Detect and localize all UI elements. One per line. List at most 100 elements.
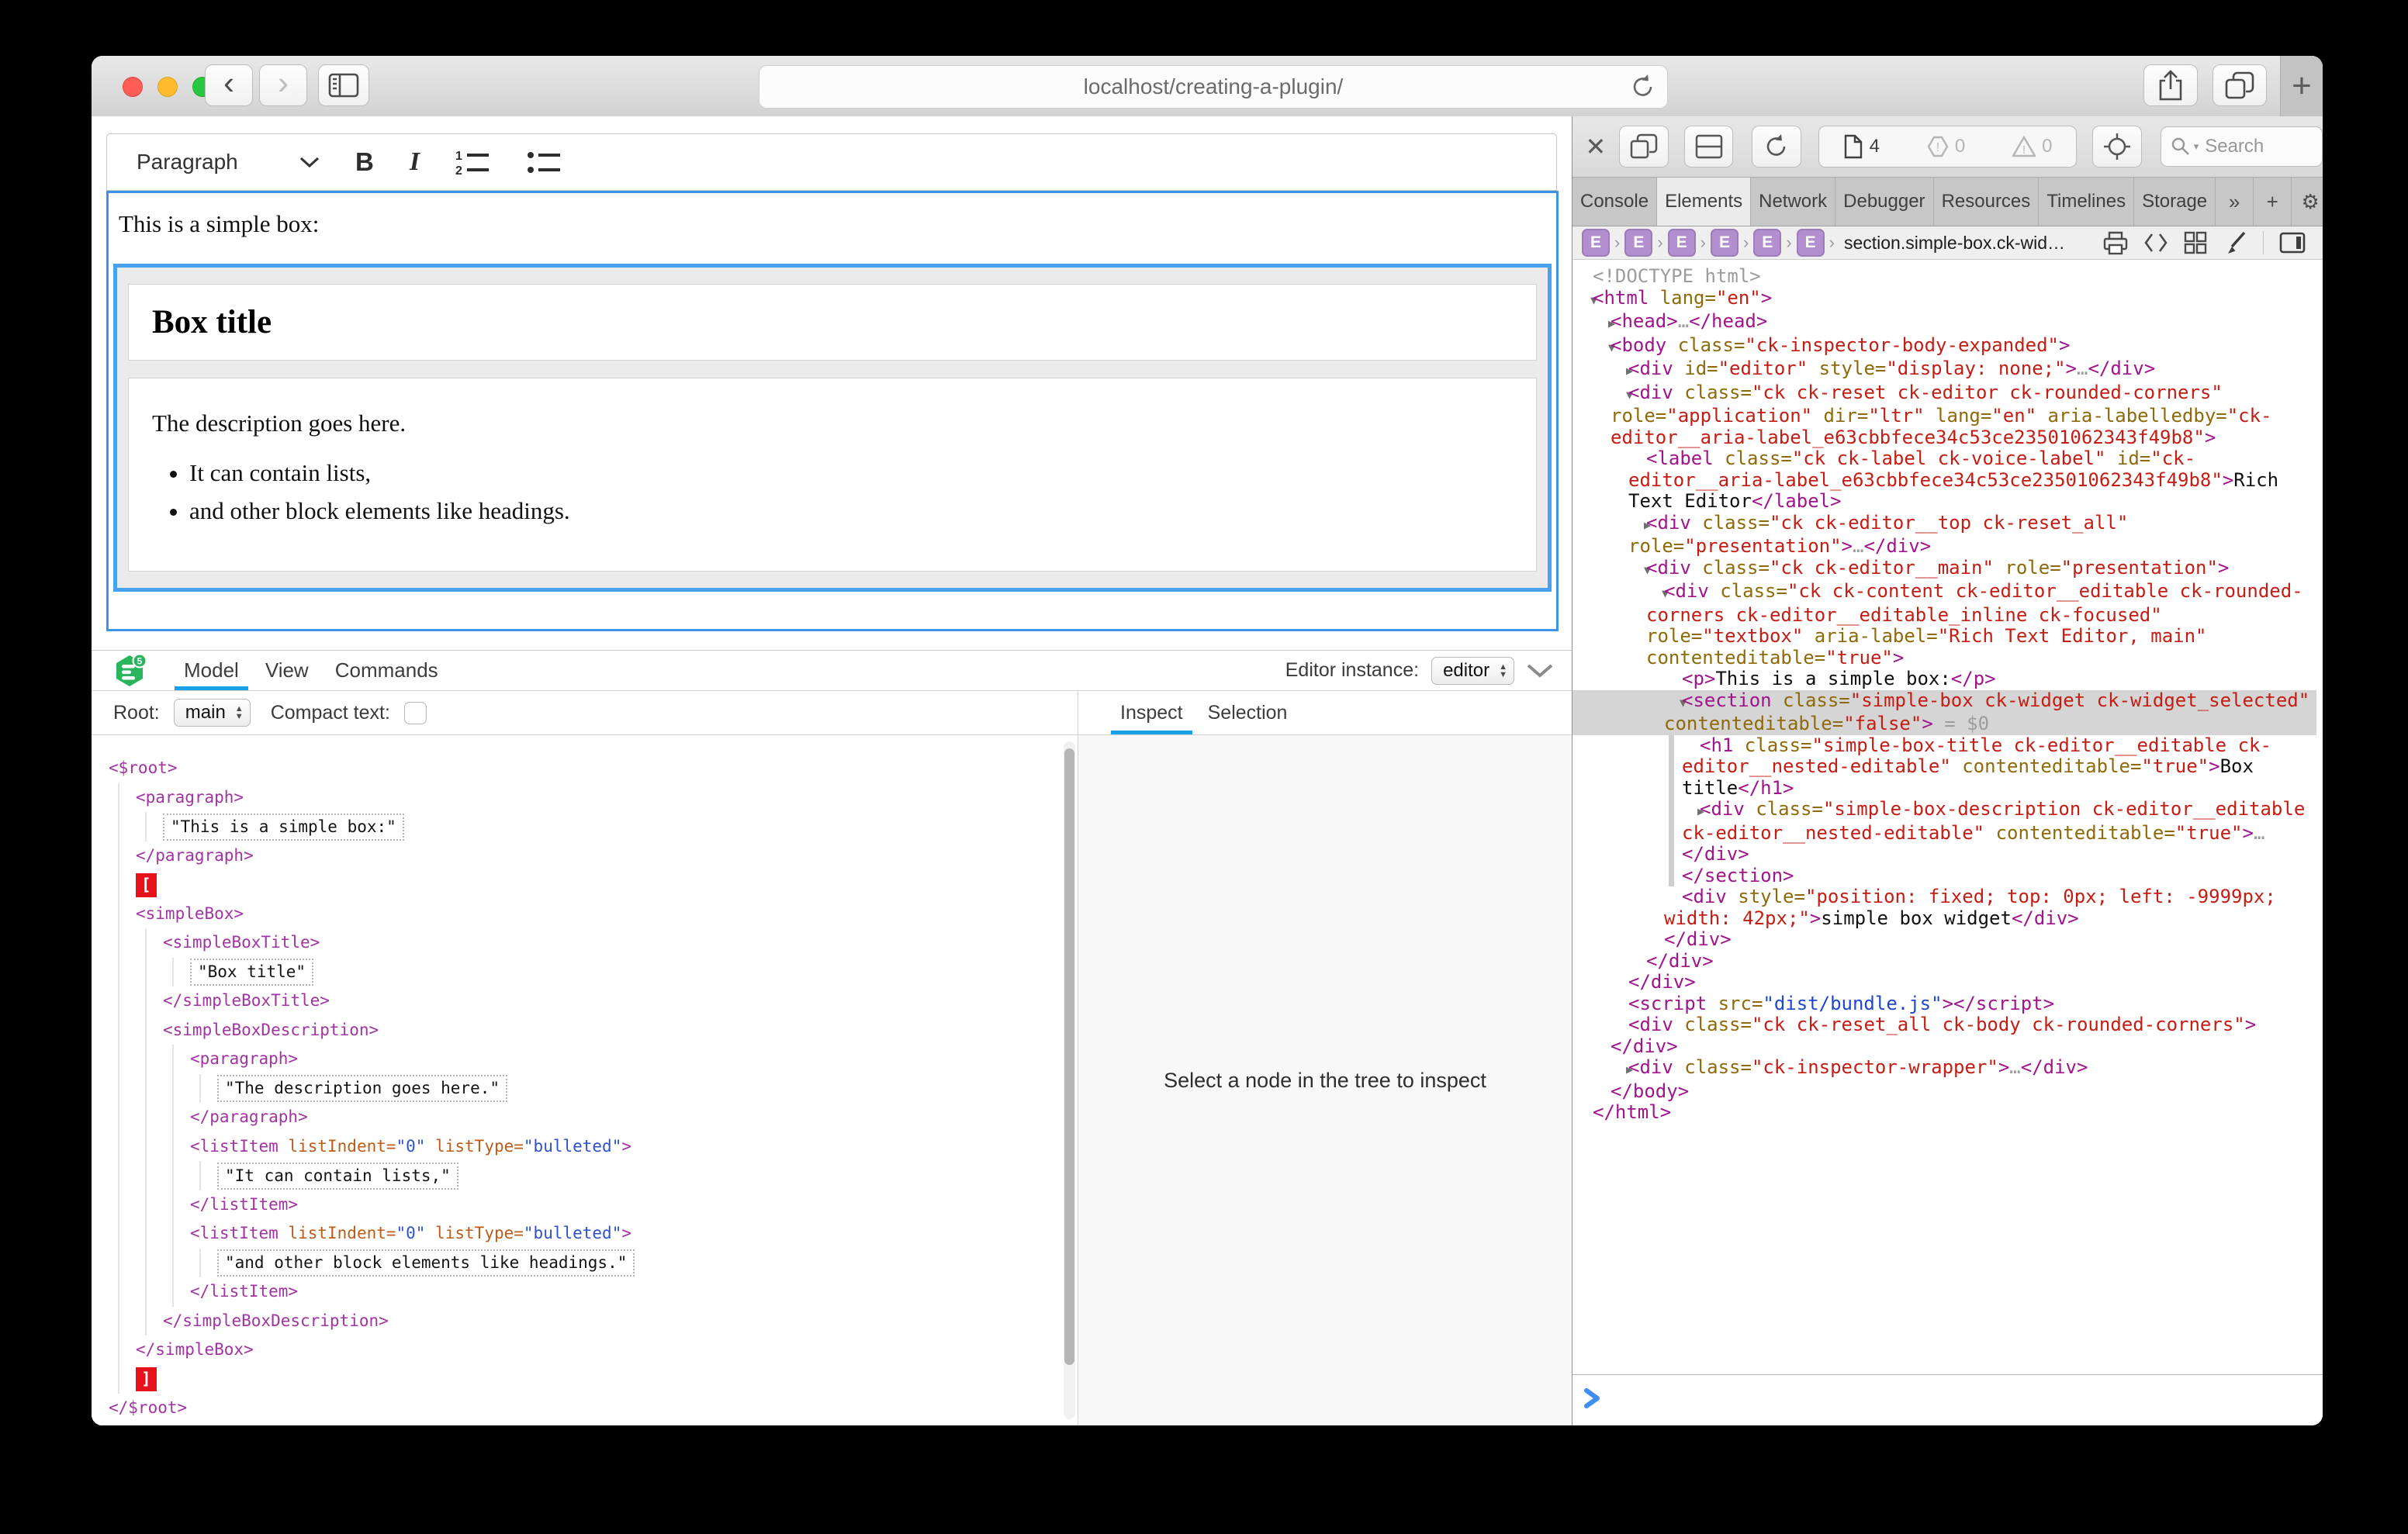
- new-tab-button[interactable]: +: [2280, 56, 2323, 116]
- simple-box-widget[interactable]: Box title The description goes here. It …: [113, 264, 1552, 592]
- sidebar-toggle-button[interactable]: [318, 64, 369, 106]
- dom-tree-line[interactable]: ▼<body class="ck-inspector-body-expanded…: [1572, 335, 2316, 359]
- tree-text-node[interactable]: "It can contain lists,": [217, 1163, 458, 1190]
- tree-tag[interactable]: </paragraph>: [190, 1107, 308, 1126]
- dom-tree-line[interactable]: <!DOCTYPE html>: [1572, 266, 2316, 288]
- editor-instance-select[interactable]: editor ▲▼: [1431, 657, 1514, 685]
- tree-tag[interactable]: <paragraph>: [190, 1049, 298, 1068]
- details-sidebar-button[interactable]: [2279, 232, 2306, 254]
- tree-tag[interactable]: </simpleBoxDescription>: [163, 1311, 389, 1330]
- dom-tree-line[interactable]: ▼<div class="ck ck-content ck-editor__ed…: [1572, 581, 2316, 669]
- breadcrumb-element-badge[interactable]: E: [1668, 229, 1696, 257]
- tree-tag[interactable]: <simpleBoxTitle>: [163, 933, 320, 952]
- description-paragraph[interactable]: The description goes here.: [152, 409, 1513, 437]
- breadcrumb-element-badge[interactable]: E: [1711, 229, 1739, 257]
- dom-tree-line[interactable]: ▶<div class="simple-box-description ck-e…: [1572, 799, 2316, 865]
- bulleted-list-button[interactable]: [527, 148, 562, 176]
- list-item[interactable]: and other block elements like headings.: [189, 497, 1513, 525]
- tab-resources[interactable]: Resources: [1934, 178, 2040, 226]
- error-count[interactable]: ! 0: [1927, 136, 1965, 157]
- tree-text-node[interactable]: "and other block elements like headings.…: [217, 1249, 635, 1277]
- devtools-search-field[interactable]: ▾ Search: [2161, 126, 2323, 167]
- model-tree-line[interactable]: <listItem listIndent="0" listType="bulle…: [92, 1132, 1078, 1162]
- heading-dropdown[interactable]: Paragraph: [137, 150, 320, 174]
- dom-tree-line[interactable]: <div class="ck ck-reset_all ck-body ck-r…: [1572, 1014, 2316, 1057]
- share-button[interactable]: [2143, 64, 2198, 106]
- tree-text-node[interactable]: "Box title": [190, 959, 313, 986]
- dom-tree-line[interactable]: </body>: [1572, 1081, 2316, 1103]
- detach-devtools-button[interactable]: [1619, 126, 1669, 168]
- dom-tree-line[interactable]: <script src="dist/bundle.js"></script>: [1572, 993, 2316, 1015]
- expand-arrow-icon[interactable]: ▶: [1608, 361, 1628, 382]
- tree-tag[interactable]: [425, 1137, 435, 1156]
- editor-editable[interactable]: This is a simple box: Box title The desc…: [106, 191, 1559, 631]
- minimize-window-button[interactable]: [157, 77, 178, 97]
- italic-button[interactable]: I: [410, 147, 420, 177]
- tab-overview-button[interactable]: [2213, 64, 2267, 106]
- dom-tree-line[interactable]: <label class="ck ck-label ck-voice-label…: [1572, 448, 2316, 513]
- model-tree-line[interactable]: <simpleBoxTitle>: [92, 928, 1078, 958]
- dom-tree-line[interactable]: ▼<div class="ck ck-editor__main" role="p…: [1572, 558, 2316, 582]
- dom-tree-line[interactable]: </div>: [1572, 929, 2316, 951]
- print-dom-button[interactable]: [2103, 230, 2128, 255]
- resource-count[interactable]: 4: [1843, 134, 1880, 159]
- tree-tag[interactable]: </simpleBoxTitle>: [163, 991, 330, 1010]
- model-tree-line[interactable]: ]: [92, 1365, 1078, 1394]
- bold-button[interactable]: B: [355, 147, 374, 177]
- layout-grid-button[interactable]: [2184, 231, 2207, 254]
- back-button[interactable]: ‹: [205, 64, 253, 106]
- tree-tag[interactable]: >: [621, 1224, 631, 1242]
- model-tree-line[interactable]: "Box title": [92, 958, 1078, 987]
- collapse-arrow-icon[interactable]: ▼: [1590, 337, 1611, 359]
- model-tree-line[interactable]: [: [92, 870, 1078, 900]
- tab-selection[interactable]: Selection: [1195, 691, 1300, 734]
- model-tree-line[interactable]: "This is a simple box:": [92, 812, 1078, 841]
- tab-timelines[interactable]: Timelines: [2039, 178, 2134, 226]
- breadcrumb-element-badge[interactable]: E: [1582, 229, 1610, 257]
- breadcrumb-element-badge[interactable]: E: [1624, 229, 1652, 257]
- compact-text-checkbox[interactable]: [404, 702, 427, 724]
- dom-tree-line[interactable]: ▼<div class="ck ck-reset ck-editor ck-ro…: [1572, 382, 2316, 449]
- tab-commands[interactable]: Commands: [322, 651, 452, 690]
- simple-box-title[interactable]: Box title: [128, 284, 1537, 361]
- selection-marker[interactable]: ]: [136, 1367, 157, 1391]
- tree-tag[interactable]: </paragraph>: [136, 846, 254, 865]
- tab-view[interactable]: View: [252, 651, 322, 690]
- dom-tree-line[interactable]: </div>: [1572, 951, 2316, 973]
- tab-console[interactable]: Console: [1572, 178, 1657, 226]
- dom-tree-line[interactable]: </section>: [1572, 865, 2316, 887]
- expand-arrow-icon[interactable]: ▶: [1608, 1059, 1628, 1081]
- list-item[interactable]: It can contain lists,: [189, 459, 1513, 487]
- resource-summary[interactable]: 4 ! 0 ! 0: [1818, 126, 2077, 168]
- root-select[interactable]: main ▲▼: [174, 699, 251, 727]
- dom-tree-line[interactable]: </html>: [1572, 1102, 2316, 1124]
- dom-tree-line[interactable]: ▶<div class="ck ck-editor__top ck-reset_…: [1572, 513, 2316, 558]
- tree-text-node[interactable]: "The description goes here.": [217, 1075, 507, 1102]
- expand-arrow-icon[interactable]: ▶: [1590, 313, 1611, 335]
- simple-box-description[interactable]: The description goes here. It can contai…: [128, 378, 1537, 572]
- model-tree-line[interactable]: <simpleBoxDescription>: [92, 1016, 1078, 1045]
- address-bar[interactable]: localhost/creating-a-plugin/: [759, 65, 1668, 109]
- collapse-arrow-icon[interactable]: ▼: [1626, 560, 1646, 582]
- tab-network[interactable]: Network: [1751, 178, 1835, 226]
- collapse-arrow-icon[interactable]: ▼: [1644, 583, 1664, 605]
- show-source-button[interactable]: [2143, 232, 2168, 254]
- model-tree-line[interactable]: "It can contain lists,": [92, 1161, 1078, 1190]
- breadcrumb-element-badge[interactable]: E: [1797, 229, 1825, 257]
- dom-tree-line[interactable]: ▶<head>…</head>: [1572, 311, 2316, 335]
- close-devtools-button[interactable]: ✕: [1583, 132, 1608, 161]
- tree-tag[interactable]: [425, 1224, 435, 1242]
- breadcrumb-current-node[interactable]: section.simple-box.ck-wid…: [1844, 233, 2065, 254]
- code-resource-link[interactable]: "dist/bundle.js": [1763, 993, 1942, 1014]
- model-tree-line[interactable]: </simpleBox>: [92, 1335, 1078, 1365]
- model-tree-line[interactable]: </listItem>: [92, 1190, 1078, 1220]
- editor-paragraph[interactable]: This is a simple box:: [119, 210, 1556, 238]
- tree-text-node[interactable]: "This is a simple box:": [163, 814, 404, 841]
- collapse-arrow-icon[interactable]: ▼: [1662, 693, 1682, 714]
- tree-tag[interactable]: </simpleBox>: [136, 1340, 254, 1359]
- tab-inspect[interactable]: Inspect: [1108, 691, 1195, 734]
- reload-page-button[interactable]: [1752, 126, 1801, 168]
- quick-console[interactable]: [1572, 1374, 2323, 1425]
- tree-tag[interactable]: <listItem: [190, 1137, 288, 1156]
- element-picker-button[interactable]: [2092, 126, 2142, 168]
